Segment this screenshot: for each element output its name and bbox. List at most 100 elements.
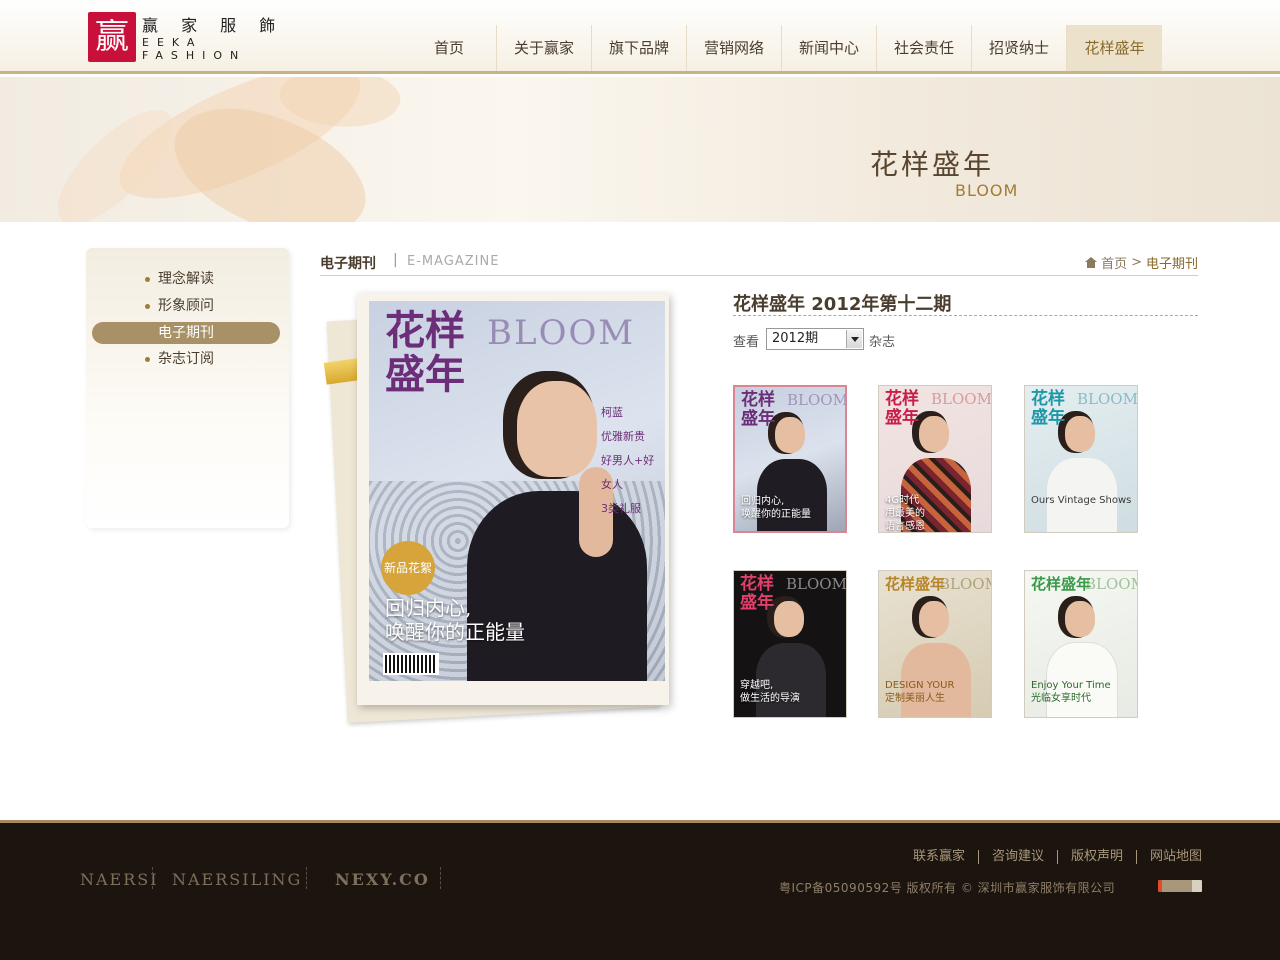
thumbnail-title: 花样 盛年 xyxy=(740,574,774,613)
footer-copyright: 粤ICP备05090592号 版权所有 © 深圳市赢家服饰有限公司 xyxy=(779,881,1116,895)
thumbnail-title: 花样盛年 xyxy=(885,575,946,593)
logo-en-line2: FASHION xyxy=(142,49,247,62)
site-stats-icon[interactable] xyxy=(1158,880,1202,892)
section-title: 电子期刊 xyxy=(320,256,376,272)
issue-title: 花样盛年 2012年第十二期 xyxy=(733,294,952,315)
side-menu: 理念解读 形象顾问 电子期刊 杂志订阅 xyxy=(86,248,289,528)
brand-naersiling-logo[interactable]: NAERSILING xyxy=(172,870,302,889)
logo-en-line1: EEKA xyxy=(142,36,203,49)
cover-headline-line2: 唤醒你的正能量 xyxy=(385,620,525,644)
footer-link-feedback[interactable]: 咨询建议 xyxy=(979,850,1058,864)
nav-item-careers[interactable]: 招贤纳士 xyxy=(972,25,1067,71)
year-select[interactable]: 2012期 xyxy=(766,328,864,350)
breadcrumb-home[interactable]: 首页 xyxy=(1101,253,1127,272)
featured-cover[interactable]: BLOOM 花样 盛年 柯蓝 优雅新贵 好男人+好女人 3类礼服 新品花絮 回归… xyxy=(369,301,665,681)
logo-text: 赢 家 服 飾 EEKA FASHION xyxy=(142,12,284,62)
footer-links: 联系赢家 咨询建议 版权声明 网站地图 xyxy=(900,850,1202,864)
thumbnail-bloom: BLOOM xyxy=(1077,390,1138,408)
thumbnail-bloom: BLOOM xyxy=(939,575,991,593)
cover-headline-line1: 回归内心, xyxy=(385,596,472,620)
magazine-thumbnail[interactable]: BLOOM 花样 盛年 Ours Vintage Shows xyxy=(1024,385,1138,533)
featured-magazine[interactable]: BLOOM 花样 盛年 柯蓝 优雅新贵 好男人+好女人 3类礼服 新品花絮 回归… xyxy=(323,285,675,725)
cover-side-name: 柯蓝 xyxy=(601,406,623,419)
brand-naersi-logo[interactable]: NAERSI xyxy=(80,870,159,889)
nav-item-news[interactable]: 新闻中心 xyxy=(782,25,877,71)
cover-side-texts: 柯蓝 优雅新贵 好男人+好女人 3类礼服 xyxy=(601,401,665,521)
brand-nexyco-logo[interactable]: NEXY.CO xyxy=(335,870,430,889)
footer-brand-divider xyxy=(152,867,153,889)
nav-item-about[interactable]: 关于赢家 xyxy=(497,25,592,71)
thumbnail-caption: Enjoy Your Time 光临女享时代 xyxy=(1031,680,1111,704)
section-title-en: E-MAGAZINE xyxy=(407,254,500,269)
site-header: 赢 赢 家 服 飾 EEKA FASHION 首页 关于赢家 旗下品牌 营销网络… xyxy=(0,0,1280,74)
side-item-image-consultant[interactable]: 形象顾问 xyxy=(92,295,280,317)
cover-side-line: 3类礼服 xyxy=(601,502,641,515)
thumbnail-caption: 4G时代 用最美的 语言感恩 xyxy=(885,495,925,532)
footer-link-sitemap[interactable]: 网站地图 xyxy=(1137,850,1202,864)
view-suffix: 杂志 xyxy=(869,335,896,350)
logo-mark: 赢 xyxy=(88,12,136,62)
cover-bloom-wordmark: BLOOM xyxy=(487,313,636,353)
magazine-thumbnail[interactable]: BLOOM 花样 盛年 4G时代 用最美的 语言感恩 xyxy=(878,385,992,533)
thumbnail-model-head xyxy=(1065,601,1095,637)
thumbnail-title: 花样 盛年 xyxy=(741,390,775,429)
footer-link-contact[interactable]: 联系赢家 xyxy=(900,850,979,864)
footer-brand-divider xyxy=(440,867,441,889)
cover-side-line: 好男人+好女人 xyxy=(601,454,655,491)
thumbnail-bloom: BLOOM xyxy=(931,390,992,408)
logo-cn: 赢 家 服 飾 xyxy=(142,16,285,35)
cover-side-line: 优雅新贵 xyxy=(601,430,645,443)
banner-subtitle: BLOOM xyxy=(955,181,1019,200)
section-divider xyxy=(320,275,1198,276)
main-nav: 首页 关于赢家 旗下品牌 营销网络 新闻中心 社会责任 招贤纳士 花样盛年 xyxy=(402,25,1162,71)
side-item-subscribe[interactable]: 杂志订阅 xyxy=(92,348,280,370)
section-title-separator: | xyxy=(393,252,398,268)
thumbnail-bloom: BLOOM xyxy=(786,575,847,593)
thumbnail-model-head xyxy=(919,416,949,452)
breadcrumb: 首页 > 电子期刊 xyxy=(1085,253,1198,272)
thumbnail-caption: Ours Vintage Shows xyxy=(1031,495,1132,506)
eeka-logo[interactable]: 赢 赢 家 服 飾 EEKA FASHION xyxy=(88,12,284,62)
nav-item-social[interactable]: 社会责任 xyxy=(877,25,972,71)
thumbnail-model-head xyxy=(919,601,949,637)
cover-model-head xyxy=(517,381,597,477)
footer-brand-divider xyxy=(306,867,307,889)
page-banner: 花样盛年 BLOOM xyxy=(0,77,1280,222)
breadcrumb-current: 电子期刊 xyxy=(1145,257,1198,272)
breadcrumb-arrow: > xyxy=(1131,255,1142,270)
cover-headline: 回归内心, 唤醒你的正能量 xyxy=(385,596,525,644)
thumbnail-bloom: BLOOM xyxy=(787,391,847,409)
year-select-value: 2012期 xyxy=(772,331,819,346)
thumbnail-caption: 回归内心, 唤醒你的正能量 xyxy=(741,496,811,520)
banner-title: 花样盛年 xyxy=(870,148,995,181)
side-item-philosophy[interactable]: 理念解读 xyxy=(92,268,280,290)
nav-item-network[interactable]: 营销网络 xyxy=(687,25,782,71)
thumbnail-title: 花样盛年 xyxy=(1031,575,1092,593)
thumbnail-model-head xyxy=(774,601,804,637)
magazine-thumbnail[interactable]: BLOOM 花样 盛年 穿越吧, 做生活的导演 xyxy=(733,570,847,718)
home-icon xyxy=(1085,257,1098,268)
side-item-e-magazine[interactable]: 电子期刊 xyxy=(92,322,280,344)
nav-item-home[interactable]: 首页 xyxy=(402,25,497,71)
cover-title-top: 花样 xyxy=(385,307,465,354)
thumbnail-title: 花样 盛年 xyxy=(1031,389,1065,428)
chevron-down-icon[interactable] xyxy=(846,330,862,348)
issue-divider xyxy=(733,315,1198,316)
magazine-thumbnail[interactable]: BLOOM 花样盛年 Enjoy Your Time 光临女享时代 xyxy=(1024,570,1138,718)
thumbnail-caption: 穿越吧, 做生活的导演 xyxy=(740,680,800,704)
nav-item-bloom[interactable]: 花样盛年 xyxy=(1067,25,1162,71)
footer-link-copyright[interactable]: 版权声明 xyxy=(1058,850,1137,864)
cover-badge: 新品花絮 xyxy=(381,541,435,595)
cover-title-bottom: 盛年 xyxy=(385,351,465,398)
magazine-thumbnail[interactable]: BLOOM 花样盛年 DESIGN YOUR 定制美丽人生 xyxy=(878,570,992,718)
view-label: 查看 xyxy=(733,335,760,350)
thumbnail-model-head xyxy=(1065,416,1095,452)
magazine-thumbnail[interactable]: BLOOM 花样 盛年 回归内心, 唤醒你的正能量 xyxy=(733,385,847,533)
thumbnail-title: 花样 盛年 xyxy=(885,389,919,428)
nav-item-brands[interactable]: 旗下品牌 xyxy=(592,25,687,71)
cover-title: 花样 盛年 xyxy=(385,309,465,397)
site-footer: NAERSI NAERSILING NEXY.CO 联系赢家 咨询建议 版权声明… xyxy=(0,820,1280,960)
barcode-icon xyxy=(383,653,439,675)
thumbnail-bloom: BLOOM xyxy=(1085,575,1137,593)
thumbnail-caption: DESIGN YOUR 定制美丽人生 xyxy=(885,680,955,704)
